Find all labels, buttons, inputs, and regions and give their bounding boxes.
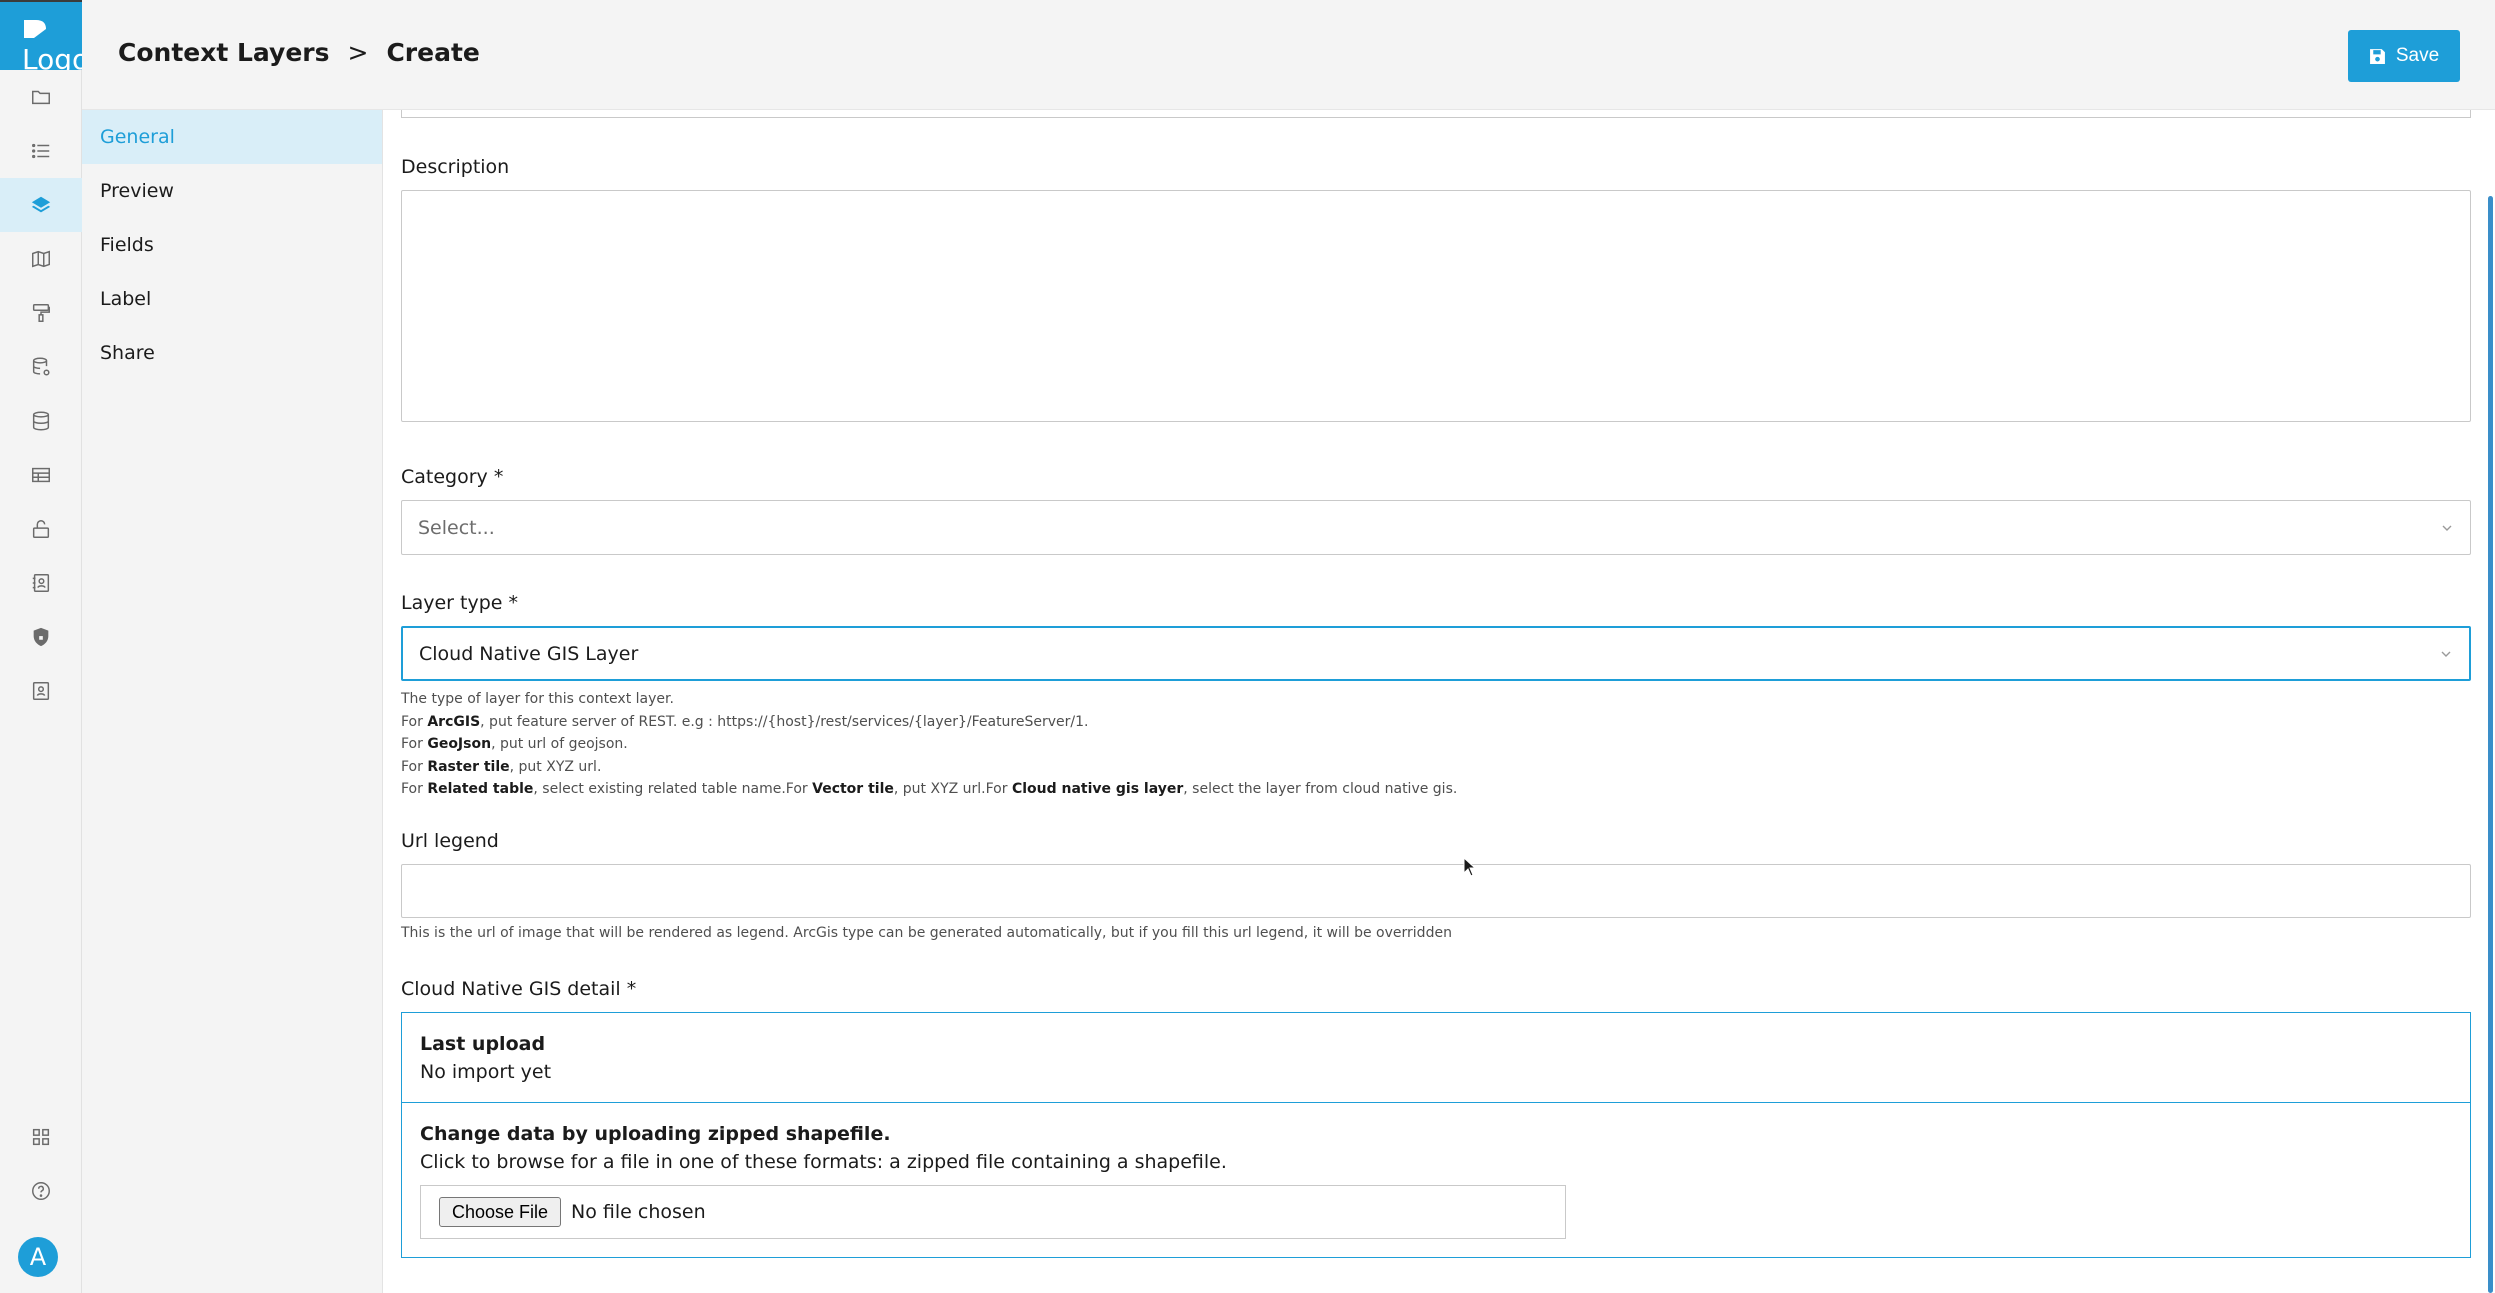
apps-grid-icon — [32, 1128, 50, 1146]
last-upload-title: Last upload — [420, 1033, 546, 1055]
last-upload-row: Last upload No import yet — [402, 1013, 2470, 1103]
layer-type-help-line-1: The type of layer for this context layer… — [401, 691, 674, 707]
cloud-native-detail-required-mark: * — [626, 978, 637, 1000]
layer-type-label-text: Layer type — [401, 592, 503, 614]
rail-item-apps[interactable] — [0, 1110, 82, 1164]
paint-roller-icon — [32, 304, 50, 322]
rail-item-map[interactable] — [0, 232, 82, 286]
map-icon — [32, 250, 50, 268]
section-nav: General Preview Fields Label Share — [82, 110, 383, 1293]
rail-item-layers[interactable] — [0, 178, 82, 232]
section-nav-item-fields[interactable]: Fields — [82, 218, 382, 272]
layer-type-select-value: Cloud Native GIS Layer — [419, 642, 639, 665]
breadcrumb-parent[interactable]: Context Layers — [118, 38, 330, 67]
upload-title: Change data by uploading zipped shapefil… — [420, 1123, 891, 1145]
upload-row: Change data by uploading zipped shapefil… — [402, 1103, 2470, 1257]
cloud-native-detail-field: Cloud Native GIS detail * — [401, 978, 2471, 1000]
layer-type-required-mark: * — [508, 592, 519, 614]
rail-item-security[interactable] — [0, 610, 82, 664]
section-nav-item-preview[interactable]: Preview — [82, 164, 382, 218]
rail-item-database-settings[interactable] — [0, 340, 82, 394]
layer-type-select[interactable]: Cloud Native GIS Layer — [401, 626, 2471, 681]
layer-type-help: The type of layer for this context layer… — [401, 688, 2471, 801]
file-input[interactable]: Choose File No file chosen — [420, 1185, 1566, 1239]
icon-rail: Logo A — [0, 0, 82, 1293]
save-button[interactable]: Save — [2348, 30, 2460, 82]
description-textarea[interactable] — [401, 190, 2471, 422]
chevron-down-icon — [2441, 651, 2451, 657]
rail-item-users[interactable] — [0, 664, 82, 718]
vertical-scrollbar[interactable] — [2488, 196, 2493, 1293]
unlock-icon — [32, 520, 50, 538]
mouse-cursor-icon — [1463, 857, 1477, 877]
layer-type-help-line-3: For GeoJson, put url of geojson. — [401, 736, 628, 752]
layer-type-select-wrap: Cloud Native GIS Layer — [401, 626, 2471, 681]
rail-item-access[interactable] — [0, 502, 82, 556]
layers-icon — [31, 196, 51, 213]
form-panel: Description Category * Select... Layer t… — [383, 110, 2495, 1293]
breadcrumb-current: Create — [386, 38, 480, 67]
description-field: Description — [401, 156, 2471, 178]
save-icon — [2369, 48, 2385, 64]
page-header: Context Layers > Create Save — [82, 0, 2495, 110]
rail-item-folder[interactable] — [0, 70, 82, 124]
rail-item-list[interactable] — [0, 124, 82, 178]
last-upload-value: No import yet — [420, 1061, 552, 1083]
category-required-mark: * — [493, 466, 504, 488]
table-icon — [32, 467, 50, 483]
category-select-wrap: Select... — [401, 500, 2471, 555]
rail-item-style[interactable] — [0, 286, 82, 340]
url-legend-label: Url legend — [401, 830, 499, 852]
category-label: Category * — [401, 466, 2471, 488]
file-status: No file chosen — [571, 1201, 706, 1223]
list-icon — [32, 143, 50, 159]
folder-icon — [32, 90, 50, 105]
url-legend-help: This is the url of image that will be re… — [401, 925, 1452, 941]
url-legend-input-wrap — [401, 864, 2471, 918]
description-label: Description — [401, 156, 510, 178]
rail-item-database[interactable] — [0, 394, 82, 448]
breadcrumb-separator: > — [347, 38, 369, 67]
contact-card-icon — [32, 682, 50, 700]
category-field: Category * — [401, 466, 2471, 488]
database-settings-icon — [32, 357, 50, 376]
layer-type-help-line-2: For ArcGIS, put feature server of REST. … — [401, 713, 1089, 730]
logo-mark-icon — [24, 20, 46, 38]
rail-item-table[interactable] — [0, 448, 82, 502]
avatar[interactable]: A — [18, 1237, 58, 1277]
shield-icon — [33, 627, 49, 647]
choose-file-button[interactable]: Choose File — [439, 1197, 562, 1227]
save-button-label: Save — [2395, 45, 2440, 66]
category-select-placeholder: Select... — [418, 516, 495, 539]
contact-book-icon — [32, 574, 50, 592]
cloud-native-detail-box: Last upload No import yet Change data by… — [401, 1012, 2471, 1258]
url-legend-field: Url legend — [401, 830, 2471, 852]
layer-type-help-line-5: For Related table, select existing relat… — [401, 781, 1458, 797]
rail-item-help[interactable] — [0, 1164, 82, 1218]
upload-instructions: Click to browse for a file in one of the… — [420, 1151, 1227, 1173]
layer-type-field: Layer type * — [401, 592, 2471, 614]
layer-type-label: Layer type * — [401, 592, 2471, 614]
app-logo[interactable]: Logo — [0, 0, 82, 70]
description-textarea-wrap — [401, 190, 2471, 422]
category-label-text: Category — [401, 466, 488, 488]
cloud-native-detail-label-text: Cloud Native GIS detail — [401, 978, 621, 1000]
url-legend-input[interactable] — [401, 864, 2471, 918]
cloud-native-detail-label: Cloud Native GIS detail * — [401, 978, 2471, 1000]
breadcrumb: Context Layers > Create — [118, 38, 480, 67]
rail-item-contacts[interactable] — [0, 556, 82, 610]
category-select[interactable]: Select... — [401, 500, 2471, 555]
chevron-down-icon — [2442, 525, 2452, 531]
layer-type-help-line-4: For Raster tile, put XYZ url. — [401, 758, 602, 775]
logo-text: Logo — [22, 43, 82, 71]
help-icon — [32, 1182, 50, 1200]
section-nav-item-label[interactable]: Label — [82, 272, 382, 326]
name-input-partial[interactable] — [401, 110, 2471, 118]
section-nav-item-general[interactable]: General — [82, 110, 382, 164]
database-icon — [32, 411, 50, 431]
section-nav-item-share[interactable]: Share — [82, 326, 382, 380]
